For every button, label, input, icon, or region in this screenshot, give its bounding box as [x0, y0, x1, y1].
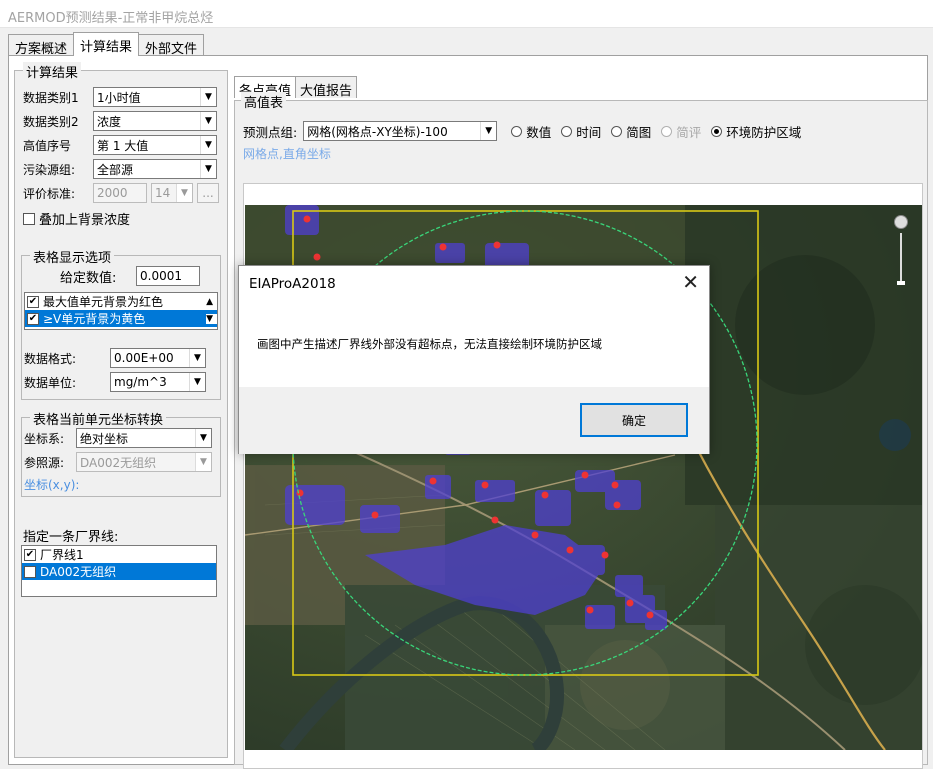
given-value-label: 给定数值: — [60, 270, 117, 286]
result-group: 计算结果 数据类别1 1小时值 ▼ 数据类别2 浓度 ▼ 高值序号 第 1 大值… — [14, 62, 228, 758]
list-item[interactable]: ✔ ≥V单元背景为黄色 ▼ — [25, 310, 217, 327]
predict-group-label: 预测点组: — [243, 124, 298, 140]
radio-sketch[interactable]: 简图 — [611, 122, 651, 141]
standard-label: 评价标准: — [23, 186, 76, 201]
source-group-select[interactable]: 全部源 ▼ — [93, 159, 217, 179]
unit-label: 数据单位: — [24, 375, 77, 390]
scroll-up-icon[interactable]: ▲ — [206, 297, 217, 307]
data-class2-label: 数据类别2 — [23, 114, 79, 129]
window-title: AERMOD预测结果-正常非甲烷总烃 — [0, 0, 933, 28]
zoom-slider[interactable] — [900, 233, 902, 283]
high-table-legend: 高值表 — [241, 92, 287, 111]
dialog-title: EIAProA2018 — [249, 276, 336, 292]
chevron-down-icon: ▼ — [200, 136, 216, 154]
tab-large-value-report[interactable]: 大值报告 — [295, 76, 358, 99]
chevron-down-icon: ▼ — [195, 429, 211, 447]
reference-label: 参照源: — [24, 455, 65, 470]
table-options-list[interactable]: ✔ 最大值单元背景为红色 ▲ ✔ ≥V单元背景为黄色 ▼ — [24, 292, 218, 330]
chevron-down-icon: ▼ — [200, 88, 216, 106]
predict-group-select[interactable]: 网格(网格点-XY坐标)-100 ▼ — [303, 121, 498, 141]
radio-icon[interactable] — [661, 125, 673, 137]
radio-values[interactable]: 数值 — [511, 122, 551, 141]
radio-icon[interactable] — [711, 125, 723, 137]
check-icon[interactable]: ✔ — [24, 548, 36, 561]
standard-browse-button[interactable]: ... — [197, 183, 219, 203]
coord-system-select[interactable]: 绝对坐标 ▼ — [76, 428, 212, 448]
main-tabbar: 方案概述 计算结果 外部文件 — [8, 32, 205, 57]
tab-overview[interactable]: 方案概述 — [8, 34, 75, 57]
data-class2-select[interactable]: 浓度 ▼ — [93, 111, 217, 131]
boundary-list[interactable]: ✔ 厂界线1 DA002无组织 — [21, 545, 217, 597]
chevron-down-icon: ▼ — [189, 349, 205, 367]
unit-select[interactable]: mg/m^3 ▼ — [110, 372, 206, 392]
check-icon[interactable]: ✔ — [27, 295, 39, 308]
standard-input[interactable]: 2000 — [93, 183, 147, 203]
boundary-label: 指定一条厂界线: — [23, 530, 119, 545]
list-item[interactable]: ✔ 厂界线1 — [22, 546, 216, 563]
standard-extra-select[interactable]: 14 ▼ — [151, 183, 193, 203]
close-icon[interactable]: ✕ — [682, 270, 699, 294]
coord-group: 表格当前单元坐标转换 坐标系: 绝对坐标 ▼ 参照源: DA002无组织 ▼ 坐… — [21, 409, 221, 497]
given-value-input[interactable]: 0.0001 — [136, 266, 200, 286]
zoom-handle[interactable] — [897, 281, 905, 285]
reference-select[interactable]: DA002无组织 ▼ — [76, 452, 212, 472]
scroll-down-icon[interactable]: ▼ — [206, 313, 217, 324]
chevron-down-icon: ▼ — [195, 453, 211, 471]
overlay-bg-label: 叠加上背景浓度 — [39, 213, 131, 228]
zoom-control[interactable] — [894, 215, 908, 295]
rank-label: 高值序号 — [23, 138, 72, 153]
chevron-down-icon: ▼ — [200, 160, 216, 178]
view-radio-group: 数值 时间 简图 简评 环境防护区域 — [511, 122, 811, 141]
data-class1-label: 数据类别1 — [23, 90, 79, 105]
list-item[interactable]: DA002无组织 — [22, 563, 216, 580]
format-label: 数据格式: — [24, 351, 77, 366]
coord-system-label: 坐标系: — [24, 431, 65, 446]
chevron-down-icon: ▼ — [200, 112, 216, 130]
radio-icon[interactable] — [611, 125, 623, 137]
radio-icon[interactable] — [561, 125, 573, 137]
dialog-message: 画图中产生描述厂界线外部没有超标点，无法直接绘制环境防护区域 — [257, 337, 602, 351]
table-options-group: 表格显示选项 给定数值: 0.0001 ✔ 最大值单元背景为红色 ▲ ✔ ≥V单… — [21, 247, 221, 400]
result-group-legend: 计算结果 — [23, 62, 82, 81]
checkbox[interactable] — [24, 565, 36, 578]
chevron-down-icon: ▼ — [176, 184, 192, 202]
format-select[interactable]: 0.00E+00 ▼ — [110, 348, 206, 368]
ok-button[interactable]: 确定 — [580, 403, 688, 437]
table-options-legend: 表格显示选项 — [30, 247, 115, 266]
message-dialog: EIAProA2018 ✕ 画图中产生描述厂界线外部没有超标点，无法直接绘制环境… — [238, 265, 710, 454]
rank-select[interactable]: 第 1 大值 ▼ — [93, 135, 217, 155]
tab-results[interactable]: 计算结果 — [73, 32, 140, 56]
left-column: 计算结果 数据类别1 1小时值 ▼ 数据类别2 浓度 ▼ 高值序号 第 1 大值… — [14, 62, 228, 758]
radio-env-protection-zone[interactable]: 环境防护区域 — [711, 122, 801, 141]
radio-icon[interactable] — [511, 125, 523, 137]
radio-brief-eval[interactable]: 简评 — [661, 122, 701, 141]
radio-time[interactable]: 时间 — [561, 122, 601, 141]
tab-external-files[interactable]: 外部文件 — [138, 34, 205, 57]
chevron-down-icon: ▼ — [480, 122, 497, 140]
source-group-label: 污染源组: — [23, 162, 76, 177]
coord-xy-label: 坐标(x,y): — [24, 478, 80, 492]
data-class1-select[interactable]: 1小时值 ▼ — [93, 87, 217, 107]
check-icon[interactable]: ✔ — [27, 312, 39, 325]
overlay-bg-checkbox[interactable] — [23, 212, 35, 225]
coord-group-legend: 表格当前单元坐标转换 — [30, 409, 167, 428]
dialog-footer: 确定 — [239, 387, 709, 454]
chevron-down-icon: ▼ — [189, 373, 205, 391]
list-item[interactable]: ✔ 最大值单元背景为红色 ▲ — [25, 293, 217, 310]
grid-subtitle: 网格点,直角坐标 — [243, 147, 331, 161]
compass-icon[interactable] — [894, 215, 908, 229]
